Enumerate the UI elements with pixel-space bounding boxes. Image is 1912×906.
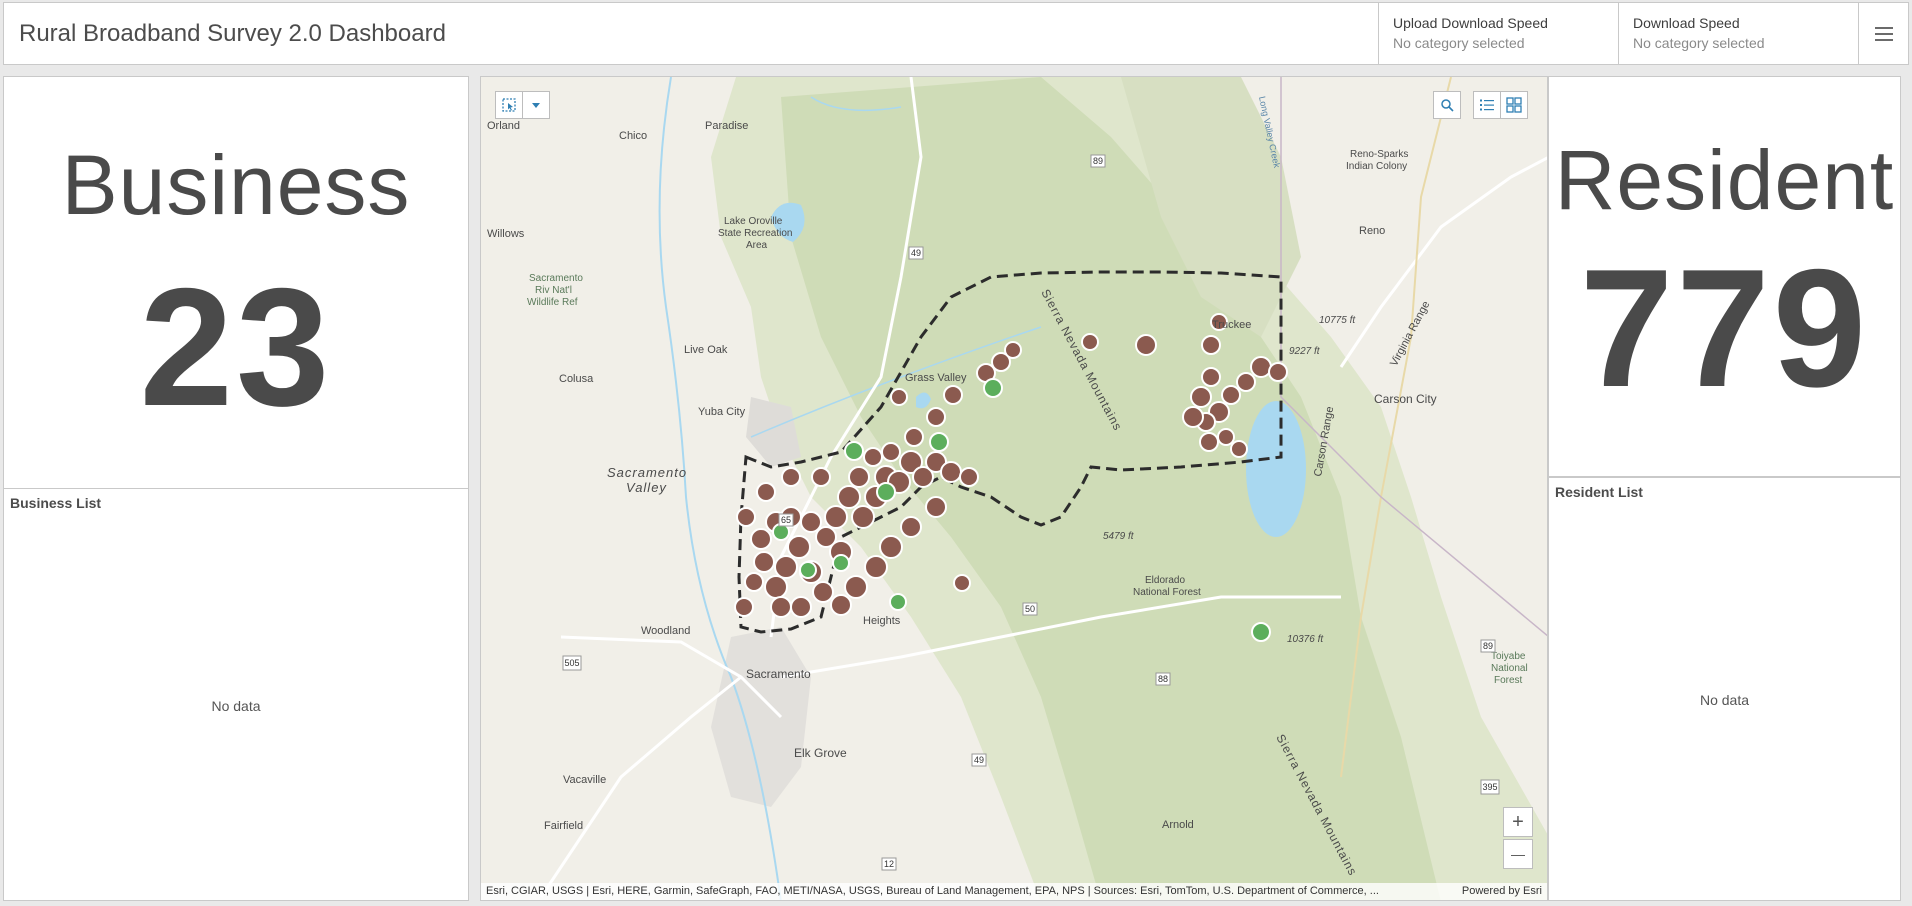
place-label: Truckee (1212, 319, 1251, 331)
place-label: Vacaville (563, 774, 606, 786)
place-label: Forest (1494, 675, 1523, 686)
download-speed-selector[interactable]: Download Speed No category selected (1618, 3, 1858, 64)
place-label: Sacramento (529, 273, 583, 284)
business-count: 23 (139, 253, 333, 441)
caret-down-icon (532, 103, 540, 108)
resident-list-empty: No data (1699, 692, 1750, 708)
place-label: Reno-Sparks (1350, 149, 1408, 160)
map-attribution[interactable]: Esri, CGIAR, USGS | Esri, HERE, Garmin, … (481, 883, 1547, 900)
resident-indicator: Resident 779 (1548, 76, 1901, 477)
place-label: National Forest (1133, 587, 1201, 598)
search-icon (1441, 99, 1454, 112)
resident-list: Resident List No data (1548, 477, 1901, 901)
business-indicator: Business 23 (3, 76, 469, 489)
place-label: Sacramento (746, 667, 811, 681)
place-label: Lake Oroville (724, 216, 783, 227)
place-label: Yuba City (698, 406, 746, 418)
route-shield: 89 (1093, 156, 1103, 166)
elevation-label: 5479 ft (1103, 531, 1135, 542)
basemap-gallery-button[interactable] (1500, 91, 1528, 119)
route-shield: 65 (781, 515, 791, 525)
place-label: National (1491, 663, 1528, 674)
attribution-text: Esri, CGIAR, USGS | Esri, HERE, Garmin, … (486, 885, 1379, 897)
route-shield: 505 (564, 658, 579, 668)
place-label: Sacramento (607, 465, 687, 480)
place-label: Carson City (1374, 392, 1437, 406)
place-label: Eldorado (1145, 575, 1185, 586)
place-label: Paradise (705, 120, 748, 132)
place-label: Orland (487, 120, 520, 132)
route-shield: 50 (1025, 604, 1035, 614)
resident-list-title: Resident List (1555, 484, 1643, 500)
place-label: Colusa (559, 373, 594, 385)
zoom-in-button[interactable]: + (1503, 807, 1533, 837)
legend-button[interactable] (1473, 91, 1501, 119)
place-label: Woodland (641, 625, 690, 637)
business-list-empty: No data (211, 697, 261, 714)
list-icon (1480, 99, 1494, 111)
menu-button[interactable] (1858, 3, 1908, 64)
select-tool-button[interactable] (495, 91, 523, 119)
resident-count: 779 (1579, 234, 1870, 422)
basemap: Orland Chico Paradise Willows Lake Orovi… (481, 77, 1547, 900)
hamburger-icon (1874, 32, 1893, 35)
selector-value: No category selected (1393, 35, 1525, 51)
grid-icon (1506, 97, 1522, 113)
place-label: Valley (626, 480, 667, 495)
place-label: Wildlife Ref (527, 297, 578, 308)
powered-by-esri[interactable]: Powered by Esri (1462, 885, 1542, 898)
elevation-label: 9227 ft (1289, 346, 1321, 357)
route-shield: 49 (974, 755, 984, 765)
dashboard-title: Rural Broadband Survey 2.0 Dashboard (19, 19, 446, 47)
place-label: Arnold (1162, 819, 1194, 831)
elevation-label: 10775 ft (1319, 315, 1356, 326)
place-label: Toiyabe (1491, 651, 1526, 662)
business-list: Business List No data (3, 488, 469, 901)
map-view[interactable]: Orland Chico Paradise Willows Lake Orovi… (480, 76, 1548, 901)
place-label: Reno (1359, 225, 1385, 237)
zoom-out-button[interactable]: — (1503, 839, 1533, 869)
search-button[interactable] (1433, 91, 1461, 119)
selector-label: Upload Download Speed (1393, 15, 1548, 31)
elevation-label: 10376 ft (1287, 634, 1324, 645)
selector-value: No category selected (1633, 35, 1765, 51)
route-shield: 49 (911, 248, 921, 258)
place-label: Grass Valley (905, 372, 967, 384)
select-icon (502, 98, 516, 112)
place-label: Chico (619, 130, 647, 142)
place-label: Area (746, 240, 768, 251)
dashboard-header: Rural Broadband Survey 2.0 Dashboard Upl… (3, 2, 1909, 65)
place-label: Elk Grove (794, 746, 847, 760)
route-shield: 12 (884, 859, 894, 869)
place-label: Live Oak (684, 344, 728, 356)
resident-label: Resident (1554, 133, 1895, 227)
business-list-title: Business List (10, 495, 102, 511)
place-label: Heights (863, 615, 901, 627)
route-shield: 395 (1482, 782, 1497, 792)
select-dropdown-button[interactable] (522, 91, 550, 119)
place-label: State Recreation (718, 228, 793, 239)
place-label: Riv Nat'l (535, 285, 572, 296)
upload-download-speed-selector[interactable]: Upload Download Speed No category select… (1378, 3, 1618, 64)
place-label: Willows (487, 228, 525, 240)
selector-label: Download Speed (1633, 15, 1740, 31)
place-label: Indian Colony (1346, 161, 1407, 172)
business-label: Business (61, 138, 411, 232)
route-shield: 89 (1483, 641, 1493, 651)
place-label: Fairfield (544, 820, 583, 832)
route-shield: 88 (1158, 674, 1168, 684)
